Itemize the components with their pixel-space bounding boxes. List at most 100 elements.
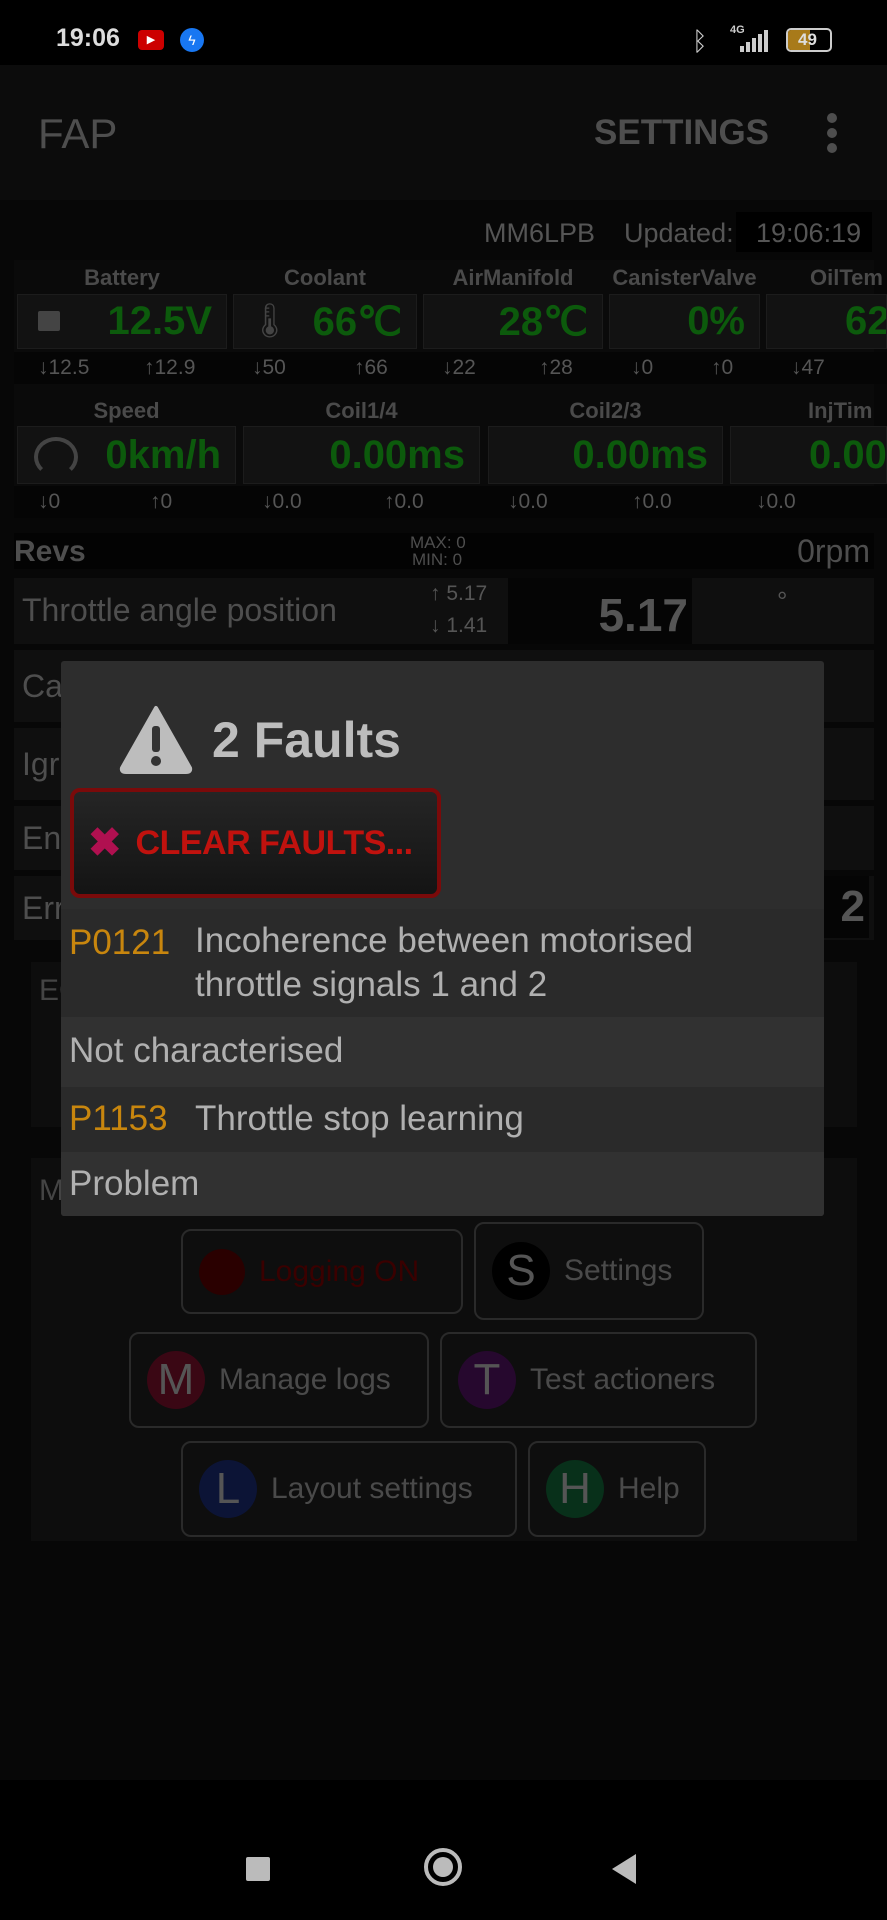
gauge-value: 12.5V (107, 299, 212, 343)
logging-button[interactable]: Logging ON (181, 1229, 463, 1314)
max-value: 28 (549, 356, 573, 379)
gauge-value-box: 0.00 (730, 426, 887, 484)
updated-time: 19:06:19 (736, 212, 872, 252)
gauge-value: 0.00 (809, 432, 887, 477)
gauge-value: 62 (845, 299, 887, 343)
min-value: 0 (641, 356, 654, 379)
gauge-value-box: 62 (766, 294, 887, 349)
gauge-label: Coil1/4 (325, 398, 398, 423)
record-icon (199, 1248, 245, 1295)
fault-status-text: Problem (69, 1164, 200, 1203)
param-unit: ° (777, 586, 788, 616)
more-vert-icon[interactable] (825, 113, 839, 153)
min-value: 50 (262, 356, 286, 379)
gauge-value-box: 0.00ms (243, 426, 480, 484)
recents-icon[interactable] (246, 1857, 270, 1881)
fault-code: P0121 (69, 923, 171, 962)
settings-s-icon: S (492, 1242, 550, 1300)
param-label: En (22, 820, 62, 856)
gauge-value: 0.00ms (572, 432, 708, 477)
app-title: FAP (38, 110, 118, 157)
param-max: 5.17 (446, 582, 488, 605)
battery-icon (38, 311, 60, 331)
max-value: 0 (721, 356, 734, 379)
settings-action[interactable]: SETTINGS (594, 113, 769, 153)
param-label: Throttle angle position (22, 592, 337, 628)
gauge-value: 0.00ms (329, 432, 465, 477)
gauge-label: Battery (84, 265, 160, 290)
status-bar: 19:06 ▶ ϟ ᛒ 4G 49 (0, 0, 887, 65)
min-value: 12.5 (48, 356, 90, 379)
fault-status: Problem (61, 1152, 824, 1216)
gauge-value-box: 0% (609, 294, 760, 349)
bluetooth-icon: ᛒ (692, 26, 708, 56)
fault-status-text: Not characterised (69, 1031, 344, 1070)
gauge-value-box: 0.00ms (488, 426, 723, 484)
gauge-label: AirManifold (452, 265, 574, 290)
fault-item[interactable]: P1153 Throttle stop learning (61, 1087, 824, 1152)
layout-settings-button[interactable]: L Layout settings (181, 1441, 517, 1537)
param-label: Err (22, 890, 65, 926)
manage-logs-label: Manage logs (219, 1363, 391, 1396)
status-time: 19:06 (56, 24, 120, 52)
gauge-value-box: 12.5V (17, 294, 227, 349)
clear-faults-button[interactable]: ✖ CLEAR FAULTS... (70, 788, 441, 898)
dialog-title: 2 Faults (212, 712, 401, 768)
layout-settings-label: Layout settings (271, 1472, 473, 1505)
minmax-row-2: ↓0 ↑0 ↓0.0 ↑0.0 ↓0.0 ↑0.0 ↓0.0 (14, 486, 887, 518)
param-row-throttle[interactable]: Throttle angle position ↑ 5.17 ↓ 1.41 5.… (14, 578, 874, 644)
revs-label: Revs (14, 535, 86, 568)
speedometer-icon (34, 437, 78, 477)
gauge-label: Speed (93, 398, 160, 423)
revs-bar: Revs MAX: 0 MIN: 0 0rpm (14, 533, 874, 569)
home-icon[interactable] (424, 1848, 462, 1886)
revs-value: 0rpm (797, 533, 870, 569)
help-h-icon: H (546, 1460, 604, 1518)
faults-dialog: 2 Faults ✖ CLEAR FAULTS... P0121 Incoher… (61, 661, 824, 1216)
gauge-value-box: 28℃ (423, 294, 603, 349)
fault-code: P1153 (69, 1099, 168, 1138)
gauge-label: InjTim (808, 398, 873, 423)
manage-m-icon: M (147, 1351, 205, 1409)
max-value: 66 (364, 356, 388, 379)
fault-description: Incoherence between motorised throttle s… (195, 921, 694, 1004)
logging-label: Logging ON (259, 1254, 420, 1288)
youtube-icon: ▶ (138, 30, 164, 50)
help-label: Help (618, 1472, 680, 1505)
app-bar: FAP SETTINGS (0, 65, 887, 200)
gauge-label: Coolant (284, 265, 366, 290)
nav-bar (0, 1790, 887, 1920)
max-value: 0 (160, 490, 173, 513)
layout-l-icon: L (199, 1460, 257, 1518)
gauge-label: CanisterValve (612, 265, 757, 290)
param-min: 1.41 (446, 614, 488, 637)
test-actioners-button[interactable]: T Test actioners (440, 1332, 757, 1428)
help-button[interactable]: H Help (528, 1441, 706, 1537)
min-value: 0 (48, 490, 61, 513)
param-value: 5.17 (508, 578, 692, 644)
gauge-value-box: 🌡 66℃ (233, 294, 417, 349)
fault-status: Not characterised (61, 1017, 824, 1087)
back-icon[interactable] (612, 1854, 636, 1884)
signal-icon (740, 30, 774, 52)
gauge-value: 66℃ (312, 299, 402, 344)
manage-logs-button[interactable]: M Manage logs (129, 1332, 429, 1428)
test-actioners-label: Test actioners (530, 1363, 716, 1396)
settings-button[interactable]: S Settings (474, 1222, 704, 1320)
clear-faults-label: CLEAR FAULTS... (135, 823, 414, 862)
fault-item[interactable]: P0121 Incoherence between motorised thro… (61, 909, 824, 1017)
min-value: 22 (452, 356, 476, 379)
vehicle-id: MM6LPB (484, 218, 596, 248)
gauge-value: 0% (687, 299, 745, 343)
max-value: 0.0 (394, 490, 424, 513)
thermometer-icon: 🌡 (248, 302, 292, 340)
min-value: 0.0 (272, 490, 302, 513)
param-label: Igr (22, 746, 60, 782)
minmax-row-1: ↓12.5 ↑12.9 ↓50 ↑66 ↓22 ↑28 ↓0 ↑0 ↓47 (14, 352, 887, 384)
max-value: 0.0 (642, 490, 672, 513)
battery-level: 49 (798, 30, 817, 49)
warning-icon (119, 706, 193, 774)
battery-status-icon: 49 (786, 28, 832, 52)
messenger-icon: ϟ (180, 28, 204, 52)
min-value: 47 (801, 356, 825, 379)
